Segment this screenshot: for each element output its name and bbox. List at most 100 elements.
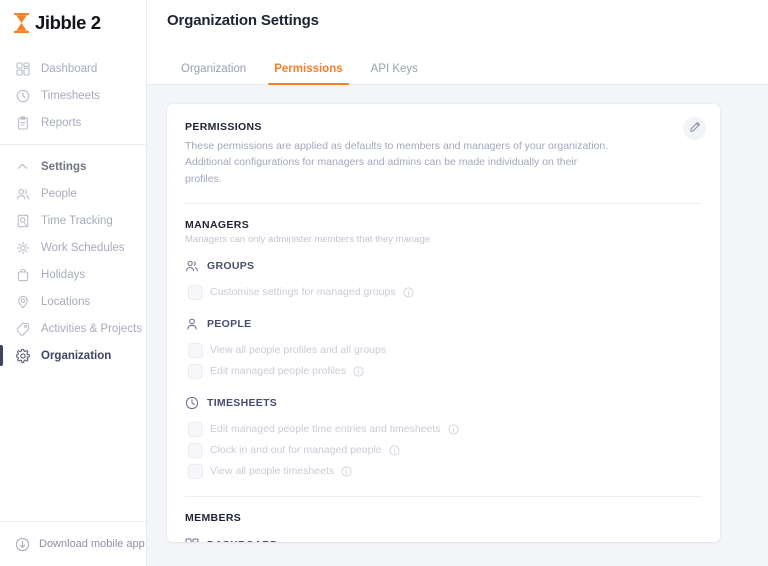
holidays-bag-icon	[15, 267, 30, 282]
sidebar-item-label: Organization	[41, 349, 112, 362]
group-heading-dashboard: DASHBOARD	[185, 538, 702, 542]
group-title: TIMESHEETS	[207, 396, 278, 409]
permission-checkbox[interactable]	[188, 442, 203, 458]
people-icon	[15, 186, 30, 201]
download-mobile-app-button[interactable]: Download mobile app	[0, 521, 146, 566]
sidebar-item-locations[interactable]: Locations	[0, 288, 146, 315]
info-icon[interactable]	[447, 424, 459, 435]
person-icon	[185, 317, 199, 331]
members-section: MEMBERS DASHBOARD	[185, 512, 702, 542]
edit-permissions-button[interactable]	[683, 117, 706, 140]
group-heading-groups: GROUPS	[185, 259, 702, 273]
app-logo-text: Jibble 2	[35, 12, 101, 33]
sidebar-section-label: Settings	[41, 160, 87, 173]
sidebar-item-time-tracking[interactable]: Time Tracking	[0, 207, 146, 234]
group-title: GROUPS	[207, 259, 255, 272]
permission-label: View all people profiles and all groups	[210, 344, 387, 357]
sidebar-item-work-schedules[interactable]: Work Schedules	[0, 234, 146, 261]
permission-label: View all people timesheets	[210, 465, 335, 478]
sidebar-section-settings[interactable]: Settings	[0, 153, 146, 180]
sidebar-item-label: Locations	[41, 295, 91, 308]
sidebar-item-label: People	[41, 187, 77, 200]
sidebar-item-label: Work Schedules	[41, 241, 125, 254]
app-logo[interactable]: Jibble 2	[0, 0, 146, 46]
time-tracking-icon	[15, 213, 30, 228]
permission-checkbox[interactable]	[188, 284, 203, 300]
tab-organization[interactable]: Organization	[167, 63, 260, 85]
clock-icon	[15, 88, 30, 103]
permission-checkbox[interactable]	[188, 363, 203, 379]
sidebar-item-organization[interactable]: Organization	[0, 342, 146, 369]
people-group-icon	[185, 259, 199, 273]
chevron-up-icon	[15, 159, 30, 174]
sidebar-item-label: Dashboard	[41, 62, 98, 75]
pencil-icon	[689, 120, 701, 138]
location-pin-icon	[15, 294, 30, 309]
clipboard-icon	[15, 115, 30, 130]
sidebar-divider	[0, 144, 146, 145]
hourglass-icon	[13, 12, 30, 34]
sidebar-item-people[interactable]: People	[0, 180, 146, 207]
tabbar: Organization Permissions API Keys	[147, 41, 768, 85]
permissions-card: PERMISSIONS These permissions are applie…	[167, 104, 720, 542]
managers-title: MANAGERS	[185, 218, 250, 231]
content-area: PERMISSIONS These permissions are applie…	[147, 85, 768, 566]
group-heading-timesheets: TIMESHEETS	[185, 396, 702, 410]
download-icon	[15, 537, 30, 552]
permissions-heading-block: PERMISSIONS These permissions are applie…	[185, 121, 702, 187]
work-schedules-icon	[15, 240, 30, 255]
group-title: PEOPLE	[207, 317, 252, 330]
permission-row[interactable]: Edit managed people profiles	[185, 361, 702, 382]
tab-api-keys[interactable]: API Keys	[357, 63, 432, 85]
sidebar-primary-nav: Dashboard Timesheets Reports	[0, 46, 146, 136]
permission-label: Customise settings for managed groups	[210, 286, 396, 299]
info-icon[interactable]	[389, 445, 400, 456]
managers-section: MANAGERS Managers can only administer me…	[185, 219, 702, 482]
sidebar-item-activities-projects[interactable]: Activities & Projects	[0, 315, 146, 342]
members-title: MEMBERS	[185, 511, 242, 524]
info-icon[interactable]	[403, 287, 414, 298]
sidebar-item-label: Reports	[41, 116, 82, 129]
tab-permissions[interactable]: Permissions	[260, 63, 356, 85]
sidebar-settings-nav: Settings People Time Tracking Work Sched…	[0, 151, 146, 369]
permission-checkbox[interactable]	[188, 421, 203, 437]
sidebar-item-timesheets[interactable]: Timesheets	[0, 82, 146, 109]
sidebar-item-label: Time Tracking	[41, 214, 113, 227]
sidebar-item-dashboard[interactable]: Dashboard	[0, 55, 146, 82]
permission-checkbox[interactable]	[188, 342, 203, 358]
group-title: DASHBOARD	[207, 539, 278, 542]
permissions-description: These permissions are applied as default…	[185, 140, 609, 185]
permission-row[interactable]: View all people profiles and all groups	[185, 340, 702, 361]
clock-icon	[185, 396, 199, 410]
sidebar-item-holidays[interactable]: Holidays	[0, 261, 146, 288]
page-title: Organization Settings	[167, 12, 319, 29]
permission-row[interactable]: Edit managed people time entries and tim…	[185, 419, 702, 440]
main-area: Organization Settings Organization Permi…	[147, 0, 768, 566]
dashboard-grid-icon	[185, 538, 199, 542]
info-icon[interactable]	[341, 466, 352, 477]
app-root: Jibble 2 Dashboard Timesheets Reports Se…	[0, 0, 768, 566]
group-heading-people: PEOPLE	[185, 317, 702, 331]
card-divider	[185, 495, 702, 497]
permission-label: Clock in and out for managed people	[210, 444, 382, 457]
tag-icon	[15, 321, 30, 336]
permission-row[interactable]: View all people timesheets	[185, 461, 702, 482]
permissions-title: PERMISSIONS	[185, 121, 262, 133]
permission-label: Edit managed people time entries and tim…	[210, 423, 441, 436]
sidebar-item-label: Activities & Projects	[41, 322, 142, 335]
dashboard-grid-icon	[15, 61, 30, 76]
sidebar-item-label: Timesheets	[41, 89, 101, 102]
card-divider	[185, 202, 702, 204]
topbar: Organization Settings	[147, 0, 768, 41]
permission-checkbox[interactable]	[188, 463, 203, 479]
permission-row[interactable]: Customise settings for managed groups	[185, 282, 702, 303]
sidebar-item-reports[interactable]: Reports	[0, 109, 146, 136]
tab-list: Organization Permissions API Keys	[167, 41, 432, 85]
info-icon[interactable]	[353, 366, 364, 377]
gear-icon	[15, 348, 30, 363]
managers-subtitle: Managers can only administer members tha…	[185, 233, 431, 245]
sidebar: Jibble 2 Dashboard Timesheets Reports Se…	[0, 0, 147, 566]
permission-row[interactable]: Clock in and out for managed people	[185, 440, 702, 461]
sidebar-item-label: Holidays	[41, 268, 86, 281]
